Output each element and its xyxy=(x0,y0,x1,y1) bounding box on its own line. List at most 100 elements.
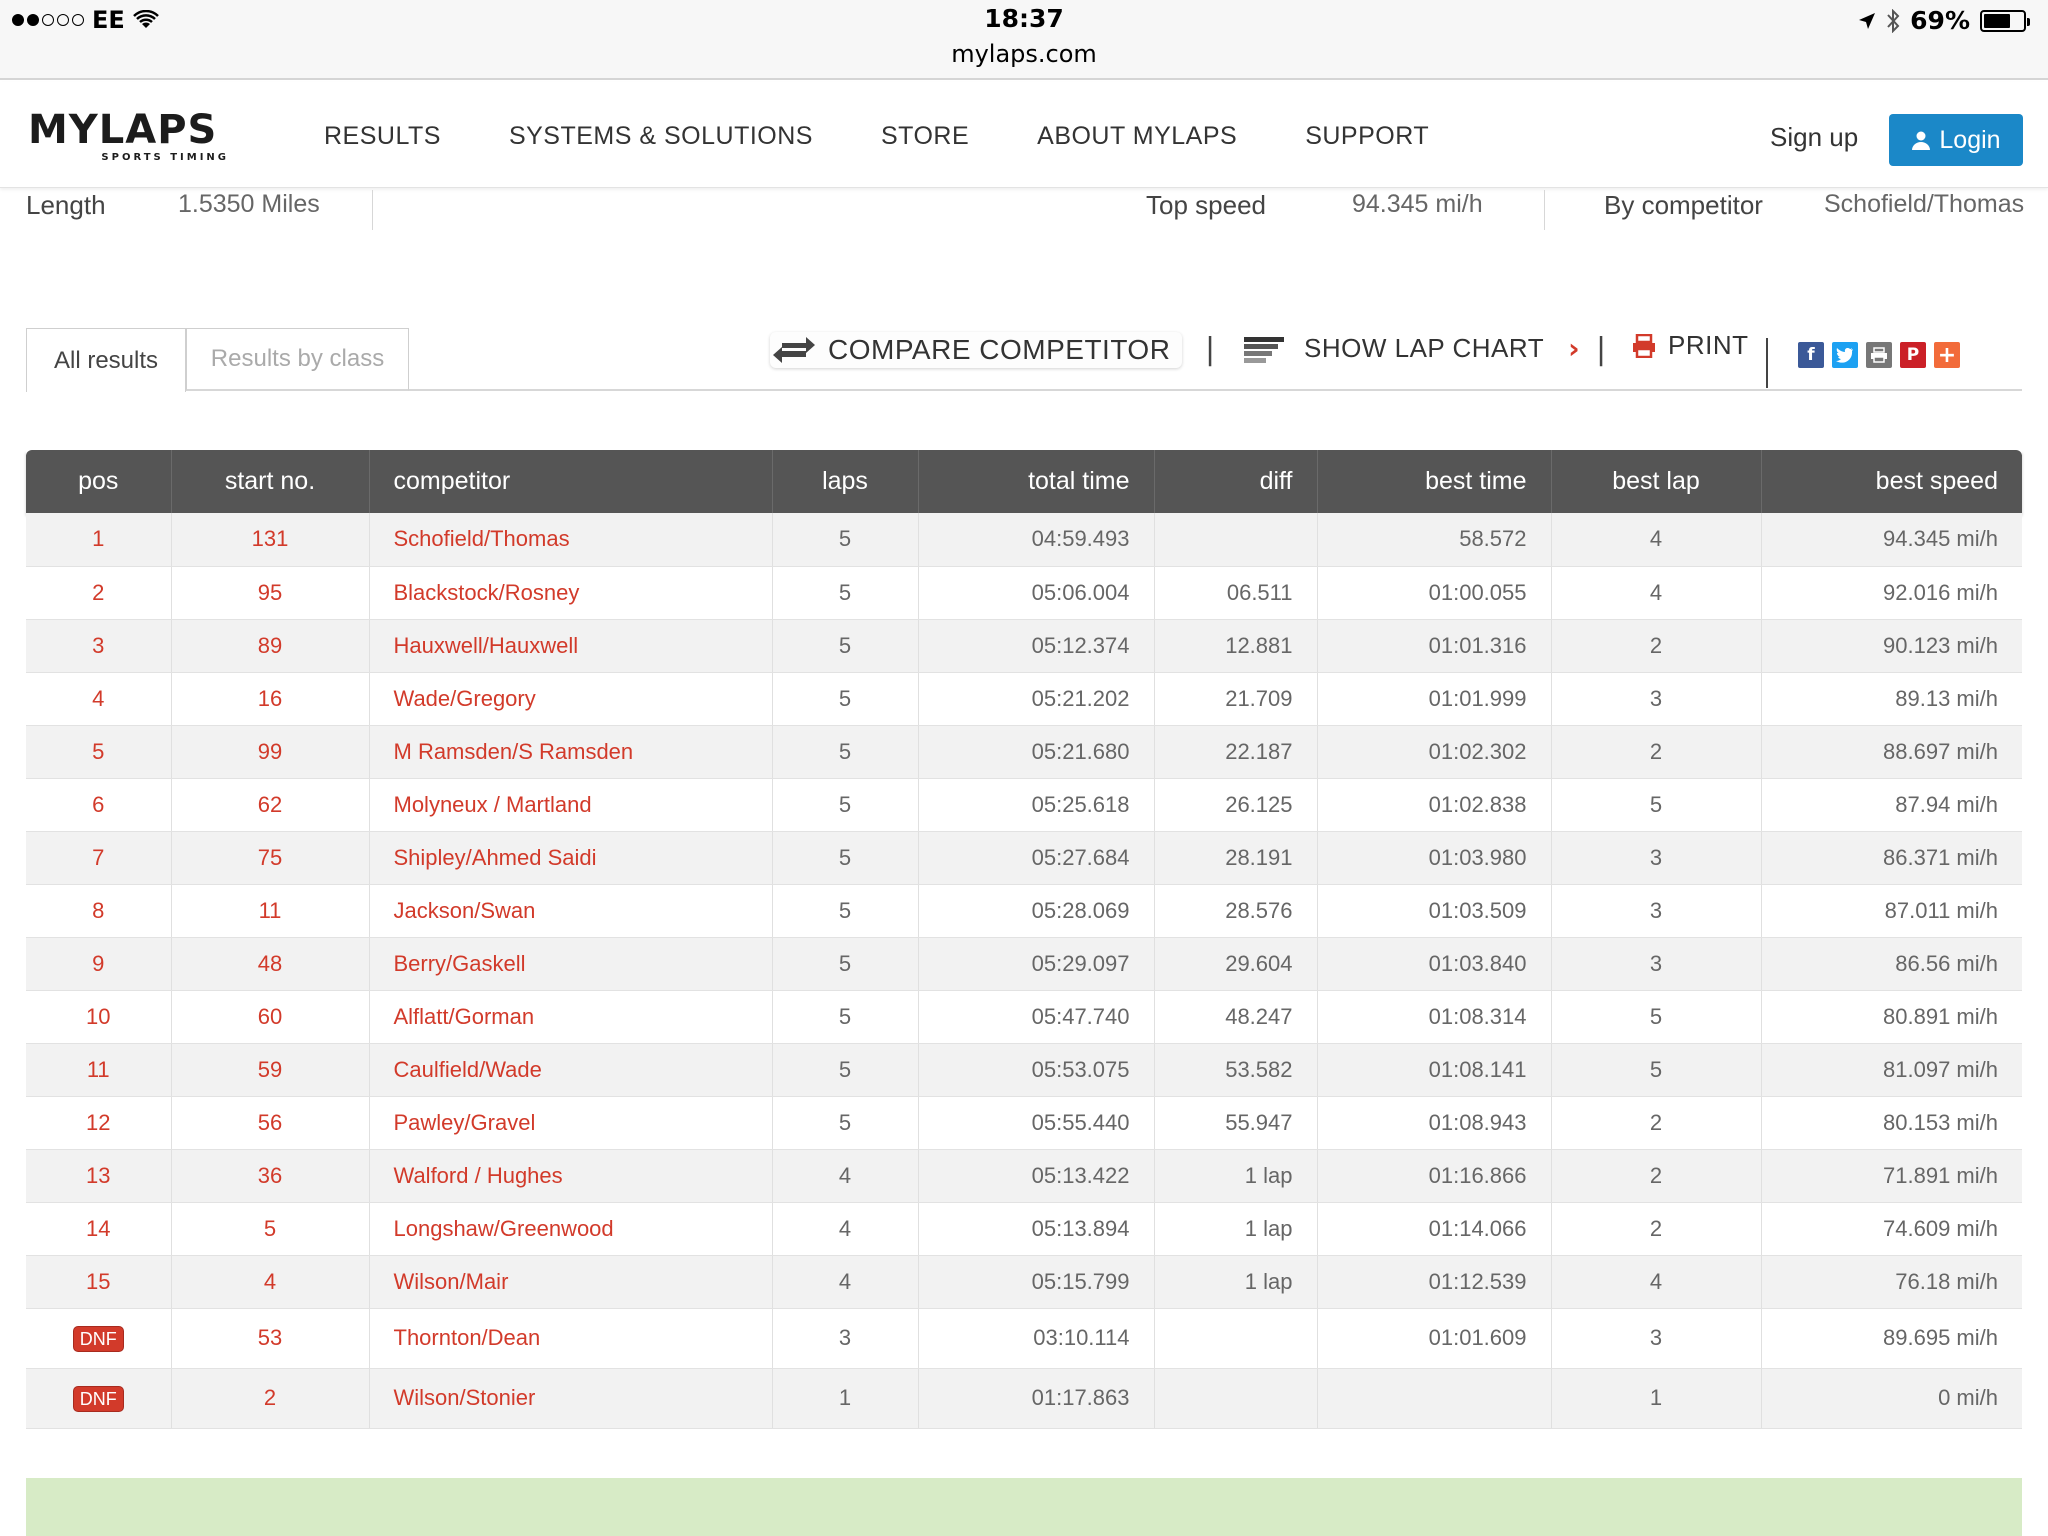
header-total-time[interactable]: total time xyxy=(918,450,1155,513)
plus-icon[interactable]: + xyxy=(1934,342,1960,368)
pinterest-icon[interactable]: P xyxy=(1900,342,1926,368)
cell-laps: 5 xyxy=(772,990,919,1044)
cell-competitor-link[interactable]: Wilson/Mair xyxy=(369,1255,773,1309)
cell-total-time: 05:13.422 xyxy=(918,1149,1155,1203)
logo-text: MYLAPS xyxy=(28,107,218,153)
table-row[interactable]: DNF 2 Wilson/Stonier 1 01:17.863 1 0 mi/h xyxy=(26,1368,2022,1429)
table-row[interactable]: 15 4 Wilson/Mair 4 05:15.799 1 lap 01:12.539 4 7… xyxy=(26,1255,2022,1309)
cell-best-lap: 3 xyxy=(1551,1308,1762,1369)
header-pos[interactable]: pos xyxy=(26,450,172,513)
header-best-speed[interactable]: best speed xyxy=(1761,450,2022,513)
header-competitor[interactable]: competitor xyxy=(369,450,773,513)
table-row[interactable]: 13 36 Walford / Hughes 4 05:13.422 1 lap 01:16… xyxy=(26,1149,2022,1203)
table-row[interactable]: 10 60 Alflatt/Gorman 5 05:47.740 48.247 01:08.… xyxy=(26,990,2022,1044)
header-start-no[interactable]: start no. xyxy=(171,450,370,513)
header-diff[interactable]: diff xyxy=(1154,450,1318,513)
header-best-lap[interactable]: best lap xyxy=(1551,450,1762,513)
info-divider xyxy=(372,190,373,230)
table-row[interactable]: 9 48 Berry/Gaskell 5 05:29.097 29.604 01:03.84… xyxy=(26,937,2022,991)
cell-competitor-link[interactable]: Berry/Gaskell xyxy=(369,937,773,991)
cell-competitor-link[interactable]: Wade/Gregory xyxy=(369,672,773,726)
address-bar-url[interactable]: mylaps.com xyxy=(0,40,2048,68)
nav-about-mylaps[interactable]: ABOUT MYLAPS xyxy=(1037,122,1237,151)
cell-laps: 5 xyxy=(772,725,919,779)
print-button[interactable]: PRINT xyxy=(1632,330,1749,361)
tab-all-results[interactable]: All results xyxy=(26,328,186,392)
cell-total-time: 05:13.894 xyxy=(918,1202,1155,1256)
mylaps-logo[interactable]: MYLAPS SPORTS TIMING xyxy=(28,110,233,166)
share-buttons: f P + xyxy=(1798,342,1960,368)
cell-competitor-link[interactable]: Molyneux / Martland xyxy=(369,778,773,832)
cell-pos: 13 xyxy=(26,1149,172,1203)
cell-diff: 55.947 xyxy=(1154,1096,1318,1150)
nav-support[interactable]: SUPPORT xyxy=(1305,122,1429,151)
table-row[interactable]: 3 89 Hauxwell/Hauxwell 5 05:12.374 12.881 01:0… xyxy=(26,619,2022,673)
cell-competitor-link[interactable]: Walford / Hughes xyxy=(369,1149,773,1203)
cell-start-no: 48 xyxy=(171,937,370,991)
nav-systems-solutions[interactable]: SYSTEMS & SOLUTIONS xyxy=(509,122,813,151)
cell-pos: 15 xyxy=(26,1255,172,1309)
cell-competitor-link[interactable]: Thornton/Dean xyxy=(369,1308,773,1369)
cell-start-no: 11 xyxy=(171,884,370,938)
cell-laps: 4 xyxy=(772,1202,919,1256)
cell-pos: 5 xyxy=(26,725,172,779)
table-row[interactable]: 2 95 Blackstock/Rosney 5 05:06.004 06.511 01:0… xyxy=(26,566,2022,620)
user-icon xyxy=(1912,131,1931,150)
table-row[interactable]: 4 16 Wade/Gregory 5 05:21.202 21.709 01:01.999… xyxy=(26,672,2022,726)
cell-best-lap: 5 xyxy=(1551,1043,1762,1097)
table-row[interactable]: 11 59 Caulfield/Wade 5 05:53.075 53.582 01:08.… xyxy=(26,1043,2022,1097)
header-best-time[interactable]: best time xyxy=(1317,450,1552,513)
table-row[interactable]: 8 11 Jackson/Swan 5 05:28.069 28.576 01:03.509… xyxy=(26,884,2022,938)
nav-results[interactable]: RESULTS xyxy=(324,122,441,151)
battery-level xyxy=(1984,13,2011,28)
cell-competitor-link[interactable]: Blackstock/Rosney xyxy=(369,566,773,620)
table-row[interactable]: 1 131 Schofield/Thomas 5 04:59.493 58.572 4 94.… xyxy=(26,513,2022,567)
toolbar-divider: | xyxy=(1205,332,1216,367)
table-header-row: pos start no. competitor laps total time… xyxy=(26,450,2022,513)
header-laps[interactable]: laps xyxy=(772,450,919,513)
twitter-icon[interactable] xyxy=(1832,342,1858,368)
cell-diff: 28.576 xyxy=(1154,884,1318,938)
nav-store[interactable]: STORE xyxy=(881,122,969,151)
login-button[interactable]: Login xyxy=(1889,114,2023,166)
table-row[interactable]: 6 62 Molyneux / Martland 5 05:25.618 26.125 01… xyxy=(26,778,2022,832)
table-row[interactable]: 12 56 Pawley/Gravel 5 05:55.440 55.947 01:08.9… xyxy=(26,1096,2022,1150)
cell-competitor-link[interactable]: Longshaw/Greenwood xyxy=(369,1202,773,1256)
cell-pos: 11 xyxy=(26,1043,172,1097)
cell-competitor-link[interactable]: M Ramsden/S Ramsden xyxy=(369,725,773,779)
cell-competitor-link[interactable]: Caulfield/Wade xyxy=(369,1043,773,1097)
show-lap-chart-button[interactable]: SHOW LAP CHART › xyxy=(1244,332,1580,365)
cell-best-lap: 3 xyxy=(1551,884,1762,938)
print-share-icon[interactable] xyxy=(1866,342,1892,368)
facebook-icon[interactable]: f xyxy=(1798,342,1824,368)
cell-competitor-link[interactable]: Wilson/Stonier xyxy=(369,1368,773,1429)
cell-best-lap: 2 xyxy=(1551,619,1762,673)
cell-total-time: 05:53.075 xyxy=(918,1043,1155,1097)
cell-laps: 5 xyxy=(772,513,919,567)
cell-competitor-link[interactable]: Jackson/Swan xyxy=(369,884,773,938)
lap-chart-icon xyxy=(1244,336,1284,363)
table-row[interactable]: DNF 53 Thornton/Dean 3 03:10.114 01:01.609 3 89… xyxy=(26,1308,2022,1369)
cell-competitor-link[interactable]: Alflatt/Gorman xyxy=(369,990,773,1044)
cell-pos: 1 xyxy=(26,513,172,567)
compare-competitor-button[interactable]: COMPARE COMPETITOR xyxy=(770,332,1182,368)
swap-arrows-icon xyxy=(773,337,815,363)
cell-total-time: 05:27.684 xyxy=(918,831,1155,885)
table-row[interactable]: 7 75 Shipley/Ahmed Saidi 5 05:27.684 28.191 01… xyxy=(26,831,2022,885)
table-row[interactable]: 5 99 M Ramsden/S Ramsden 5 05:21.680 22.187 01… xyxy=(26,725,2022,779)
cell-competitor-link[interactable]: Schofield/Thomas xyxy=(369,513,773,567)
table-row[interactable]: 14 5 Longshaw/Greenwood 4 05:13.894 1 lap 01:1… xyxy=(26,1202,2022,1256)
cell-diff: 06.511 xyxy=(1154,566,1318,620)
cell-best-speed: 87.011 mi/h xyxy=(1761,884,2022,938)
signup-link[interactable]: Sign up xyxy=(1770,122,1858,153)
cell-total-time: 05:21.680 xyxy=(918,725,1155,779)
cell-laps: 1 xyxy=(772,1368,919,1429)
cell-competitor-link[interactable]: Shipley/Ahmed Saidi xyxy=(369,831,773,885)
cell-competitor-link[interactable]: Pawley/Gravel xyxy=(369,1096,773,1150)
cell-diff: 26.125 xyxy=(1154,778,1318,832)
cell-best-speed: 80.153 mi/h xyxy=(1761,1096,2022,1150)
cell-competitor-link[interactable]: Hauxwell/Hauxwell xyxy=(369,619,773,673)
cell-start-no: 131 xyxy=(171,513,370,567)
cell-laps: 5 xyxy=(772,1043,919,1097)
tab-results-by-class[interactable]: Results by class xyxy=(186,328,409,391)
